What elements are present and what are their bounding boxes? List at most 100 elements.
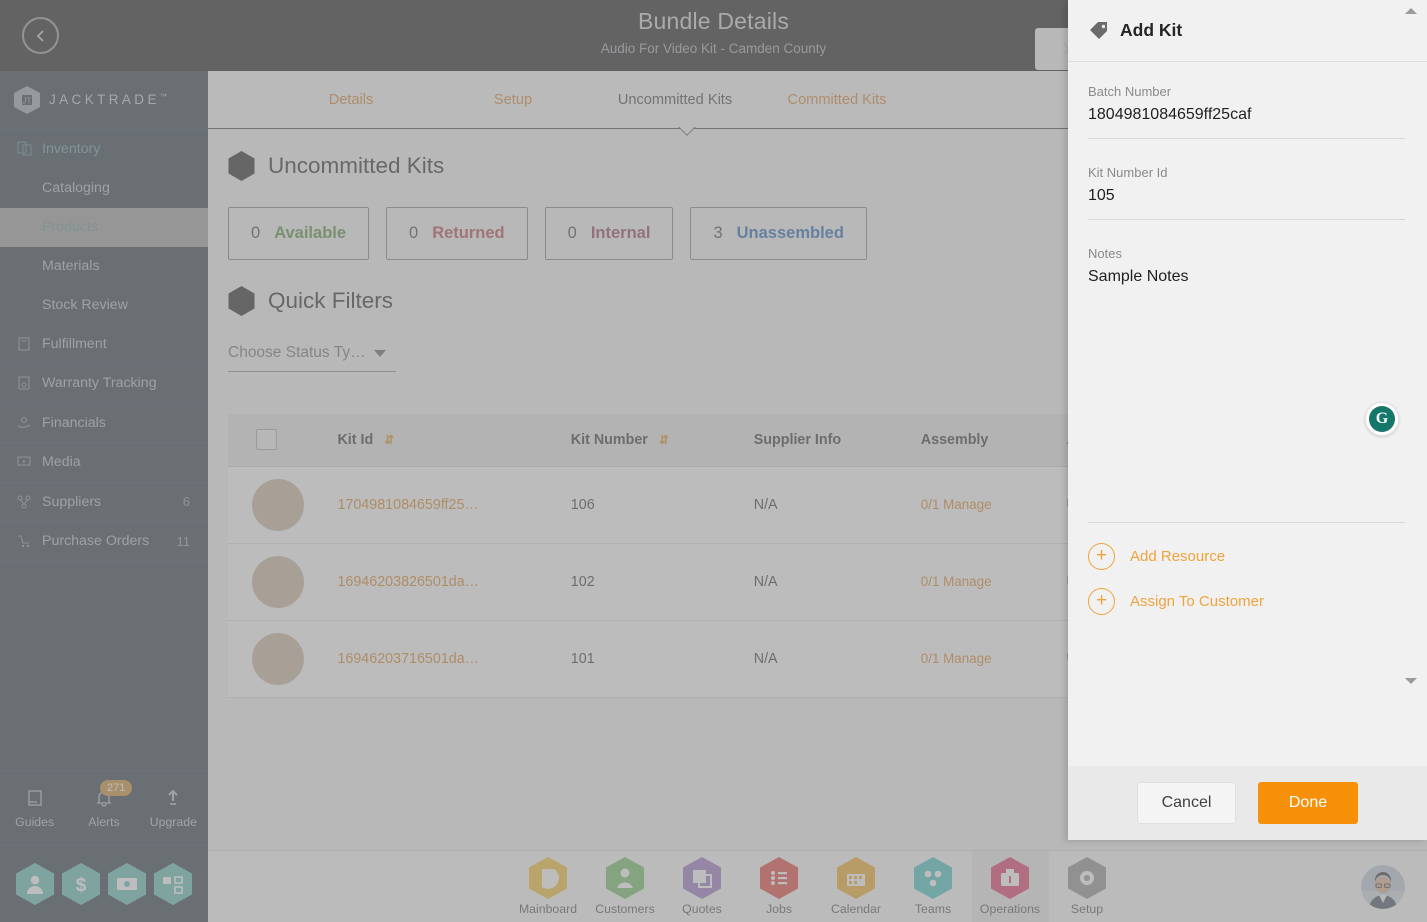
field-batch-number: Batch Number 1804981084659ff25caf [1088,76,1405,139]
column-kit-id[interactable]: Kit Id ⇵ [323,414,557,467]
back-button[interactable] [22,17,59,54]
sidebar-item-label: Warranty Tracking [42,375,157,392]
assign-to-customer-label: Assign To Customer [1130,593,1264,610]
workflow-hex-icon[interactable] [154,863,192,905]
chip-label: Returned [432,224,505,242]
chip-internal[interactable]: 0 Internal [544,207,674,260]
kit-id-link[interactable]: 16946203716501da… [337,651,479,667]
sidebar-item-cataloging[interactable]: Cataloging [0,169,208,208]
add-resource-button[interactable]: Add Resource [1088,543,1405,570]
bottom-nav-operations[interactable]: Operations [971,850,1049,922]
status-type-select[interactable]: Choose Status Ty… [228,344,396,372]
sidebar-item-label: Materials [42,258,100,274]
chip-count: 0 [409,224,419,242]
grammarly-icon[interactable]: G [1365,402,1399,436]
payment-hex-icon[interactable] [108,863,146,905]
sidebar-utilities: Guides 271 Alerts Upgrade [0,770,208,846]
brand-name: JACKTRADE™ [49,92,167,107]
sidebar-item-warranty-tracking[interactable]: Warranty Tracking [0,364,208,404]
field-value[interactable]: 105 [1088,187,1405,213]
tab-setup[interactable]: Setup [432,92,594,108]
user-avatar[interactable] [1361,865,1405,909]
suppliers-icon [16,494,42,510]
sidebar-item-media[interactable]: Media [0,443,208,483]
brand-label: JACKTRADE [49,92,160,107]
sidebar-item-products[interactable]: Products [0,207,208,247]
cell-supplier-info: N/A [739,466,907,544]
warranty-icon [16,375,42,391]
sidebar-item-fulfillment[interactable]: Fulfillment [0,325,208,364]
customers-icon [606,857,644,899]
cancel-button[interactable]: Cancel [1137,782,1236,824]
chip-count: 0 [567,224,577,242]
dollar-hex-icon[interactable]: $ [62,863,100,905]
kit-id-link[interactable]: 16946203826501da… [337,574,479,590]
kit-id-link[interactable]: 1704981084659ff25… [337,497,478,513]
assign-to-customer-button[interactable]: Assign To Customer [1088,588,1405,615]
triangle-down [1405,678,1417,684]
done-button[interactable]: Done [1258,782,1358,824]
field-value[interactable]: 1804981084659ff25caf [1088,106,1405,132]
chip-label: Unassembled [736,224,844,242]
avatar [252,478,304,531]
column-assembly: Assembly [906,414,1053,467]
chip-available[interactable]: 0 Available [228,207,370,260]
bottom-nav-calendar[interactable]: Calendar [818,851,895,922]
field-value[interactable]: Sample Notes [1088,268,1405,294]
sidebar-item-financials[interactable]: Financials [0,404,208,443]
status-type-placeholder: Choose Status Ty… [228,344,366,361]
bottom-nav-mainboard[interactable]: Mainboard [510,851,587,922]
scroll-up-arrow-icon[interactable] [1405,8,1417,14]
sidebar-item-stock-review[interactable]: Stock Review [0,286,208,325]
bottom-nav-label: Teams [914,902,952,916]
assembly-manage-link[interactable]: 0/1 Manage [921,497,992,512]
mainboard-icon [529,857,567,899]
bottom-nav-label: Jobs [766,902,792,916]
sidebar-quick-actions: $ [0,846,208,922]
select-all-checkbox[interactable] [256,429,277,451]
bottom-nav-label: Customers [595,902,655,916]
sidebar-item-suppliers[interactable]: Suppliers 6 [0,483,208,522]
tab-details[interactable]: Details [270,92,432,108]
left-sidebar: JT JACKTRADE™ Inventory Cataloging Produ… [0,71,208,922]
sort-icon[interactable]: ⇵ [659,433,669,447]
bottom-nav-label: Quotes [682,902,722,916]
sidebar-badge-count: 11 [176,533,191,549]
chip-count: 3 [713,224,723,242]
scroll-down-arrow-icon[interactable] [1405,678,1417,684]
trademark-symbol: ™ [159,93,167,101]
assembly-manage-link[interactable]: 0/1 Manage [921,574,992,589]
sidebar-item-purchase-orders[interactable]: Purchase Orders 11 [0,522,208,562]
tab-committed-kits[interactable]: Committed Kits [756,92,918,108]
bottom-nav-setup[interactable]: Setup [1049,851,1126,922]
add-kit-panel: Add Kit Batch Number 1804981084659ff25ca… [1068,0,1427,840]
purchase-icon [16,533,42,549]
avatar [252,632,304,685]
bottom-nav-teams[interactable]: Teams [895,851,972,922]
jobs-icon [760,857,798,899]
user-hex-icon[interactable] [16,863,54,905]
teams-icon [914,857,952,899]
grammarly-letter: G [1369,406,1395,432]
tab-uncommitted-kits[interactable]: Uncommitted Kits [594,92,756,108]
cell-kit-number: 101 [556,620,740,698]
book-icon [28,789,42,806]
bottom-nav-quotes[interactable]: Quotes [664,851,741,922]
column-label: Kit Id [337,431,374,448]
sort-icon[interactable]: ⇵ [384,433,394,447]
sidebar-item-label: Cataloging [42,180,110,196]
sidebar-item-inventory[interactable]: Inventory [0,129,208,169]
upgrade-button[interactable]: Upgrade [139,771,208,845]
bottom-nav-jobs[interactable]: Jobs [741,851,818,922]
brand-logo[interactable]: JT JACKTRADE™ [0,71,208,129]
column-kit-number[interactable]: Kit Number ⇵ [556,414,740,467]
assembly-manage-link[interactable]: 0/1 Manage [921,651,992,666]
guides-button[interactable]: Guides [0,771,69,845]
field-label: Batch Number [1088,84,1172,99]
chip-returned[interactable]: 0 Returned [386,207,528,260]
bottom-nav-customers[interactable]: Customers [587,851,664,922]
sidebar-item-materials[interactable]: Materials [0,247,208,286]
chip-unassembled[interactable]: 3 Unassembled [690,207,867,260]
add-resource-label: Add Resource [1130,548,1226,565]
alerts-button[interactable]: 271 Alerts [69,771,138,845]
